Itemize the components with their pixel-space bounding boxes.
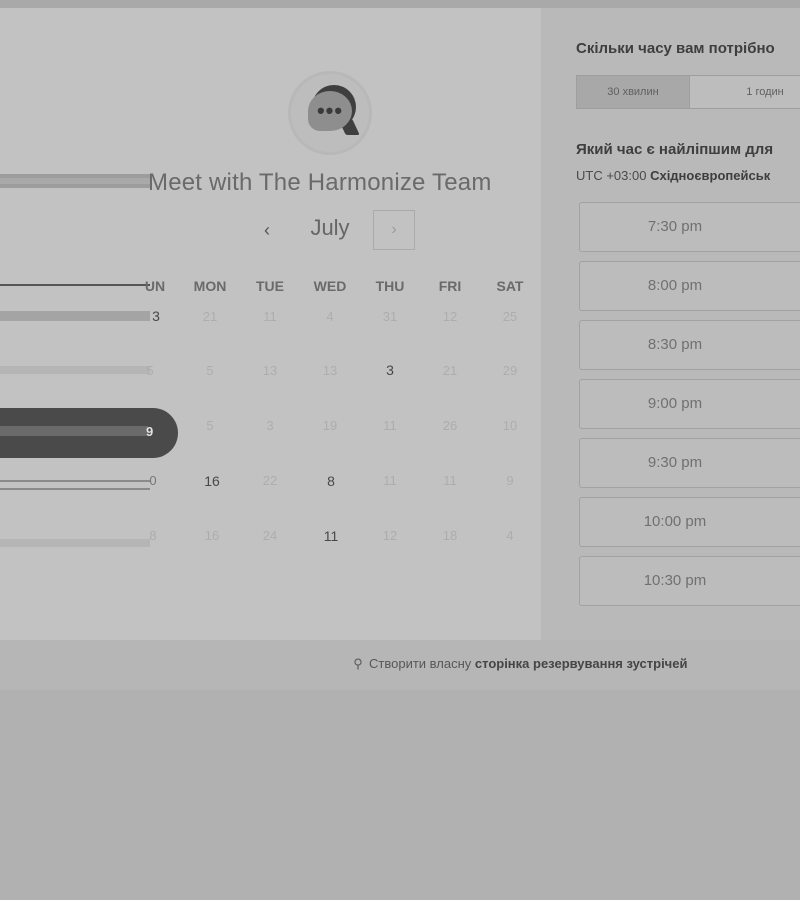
top-edge — [0, 0, 800, 8]
footer: ⚲ Створити власну сторінка резервування з… — [0, 640, 800, 691]
duration-tab-30[interactable]: 30 хвилин — [577, 76, 690, 108]
week-bar — [0, 480, 150, 490]
day-cell: 11 — [383, 473, 397, 488]
day-cell: 21 — [202, 309, 218, 324]
day-cell: 18 — [442, 528, 458, 543]
day-cell: 13 — [262, 363, 278, 378]
week-bar — [0, 539, 150, 547]
selected-day[interactable]: 9 — [0, 408, 178, 458]
next-month-button[interactable]: › — [373, 210, 415, 250]
time-slot-button[interactable]: 10:30 pm — [579, 556, 800, 606]
day-cell[interactable]: 3 — [136, 308, 176, 324]
day-cell: 4 — [326, 309, 334, 324]
chat-bubble-icon: ••• — [308, 91, 352, 131]
day-cell: 4 — [506, 528, 514, 543]
company-logo: ••• — [288, 71, 372, 155]
time-slot-button[interactable]: 10:00 pm — [579, 497, 800, 547]
time-slot-button[interactable]: 7:30 pm — [579, 202, 800, 252]
time-slot-button[interactable]: 9:30 pm — [579, 438, 800, 488]
duration-tabs: 30 хвилин 1 годин — [576, 75, 800, 109]
day-cell[interactable]: 11 — [311, 528, 351, 544]
timezone-name: Східноєвропейськ — [650, 168, 771, 183]
footer-text: Створити власну — [369, 656, 472, 671]
day-cell: 12 — [442, 309, 458, 324]
day-cell: 21 — [442, 363, 458, 378]
weekday-header-line — [0, 284, 150, 286]
day-cell: 22 — [262, 473, 278, 488]
timezone-offset: UTC +03:00 — [576, 168, 647, 183]
day-cell: 12 — [382, 528, 398, 543]
day-cell: 0 — [149, 473, 157, 488]
day-cell[interactable]: 8 — [311, 473, 351, 489]
prev-month-button[interactable]: ‹ — [256, 218, 278, 242]
page-title: Meet with The Harmonize Team — [148, 169, 492, 196]
calendar-panel: ••• Meet with The Harmonize Team ‹ July … — [0, 8, 541, 640]
day-cell: 29 — [502, 363, 518, 378]
redacted-bar — [0, 174, 152, 188]
weekday-thu: THU — [375, 278, 405, 294]
day-cell: 24 — [262, 528, 278, 543]
day-cell: 11 — [383, 418, 397, 433]
weekday-tue: TUE — [256, 278, 284, 294]
day-cell: 31 — [382, 309, 398, 324]
day-cell: 8 — [149, 528, 157, 543]
footer-link-text: сторінка резервування зустрічей — [474, 656, 688, 671]
timezone-label[interactable]: UTC +03:00 Східноєвропейськ — [576, 168, 770, 183]
day-cell: 3 — [266, 418, 274, 433]
weekday-sun: UN — [144, 278, 166, 294]
selected-day-number: 9 — [146, 424, 154, 439]
booking-panel: Скільки часу вам потрібно 30 хвилин 1 го… — [541, 8, 800, 640]
time-slot-button[interactable]: 9:00 pm — [579, 379, 800, 429]
day-cell: 13 — [322, 363, 338, 378]
time-slot-button[interactable]: 8:30 pm — [579, 320, 800, 370]
weekday-fri: FRI — [438, 278, 462, 294]
weekday-wed: WED — [313, 278, 347, 294]
create-booking-page-link[interactable]: ⚲ Створити власну сторінка резервування з… — [350, 656, 687, 672]
day-cell: 11 — [263, 309, 277, 324]
month-label: July — [310, 215, 350, 240]
week-bar — [0, 366, 150, 374]
duration-question: Скільки часу вам потрібно — [576, 40, 775, 57]
time-question: Який час є найліпшим для — [576, 141, 774, 158]
page-background — [0, 690, 800, 900]
day-cell: 26 — [442, 418, 458, 433]
weekday-mon: MON — [193, 278, 227, 294]
sprocket-icon: ⚲ — [353, 656, 363, 671]
day-cell: 16 — [204, 528, 220, 543]
day-cell: 5 — [146, 363, 154, 378]
day-cell: 11 — [443, 473, 457, 488]
day-cell: 10 — [502, 418, 518, 433]
week-bar — [0, 426, 148, 436]
day-cell[interactable]: 16 — [192, 473, 232, 489]
time-slot-button[interactable]: 8:00 pm — [579, 261, 800, 311]
day-cell[interactable]: 3 — [370, 362, 410, 378]
day-cell: 19 — [322, 418, 338, 433]
duration-tab-60[interactable]: 1 годин — [690, 76, 800, 108]
day-cell: 5 — [206, 363, 214, 378]
day-cell: 25 — [502, 309, 518, 324]
week-bar — [0, 311, 150, 321]
weekday-sat: SAT — [496, 278, 524, 294]
day-cell: 5 — [206, 418, 214, 433]
day-cell: 9 — [506, 473, 514, 488]
